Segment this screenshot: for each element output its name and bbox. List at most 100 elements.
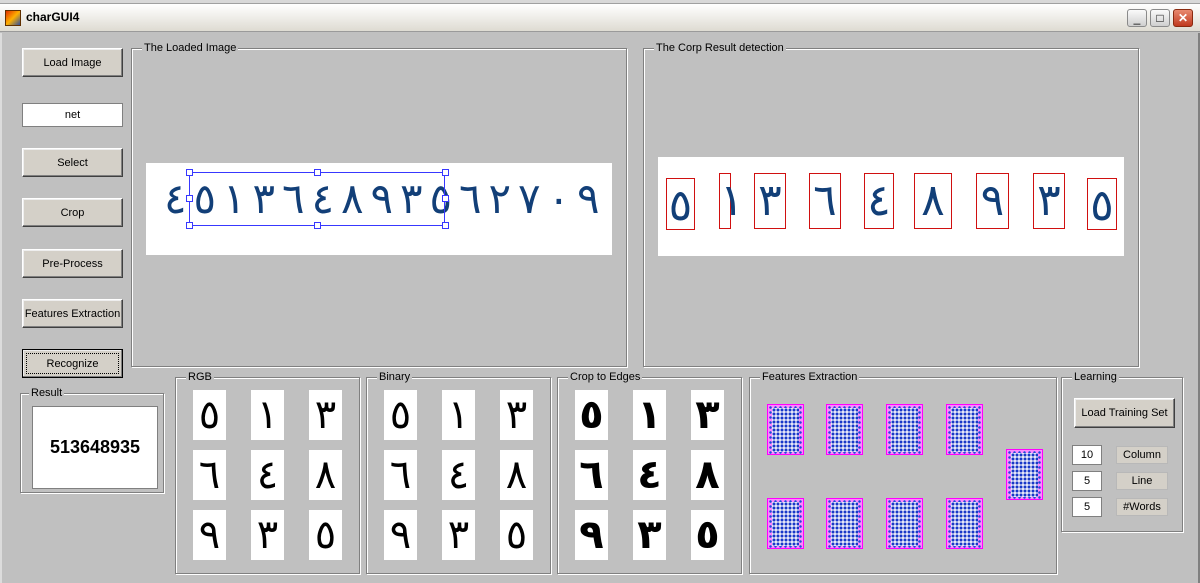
crop-button[interactable]: Crop [22, 198, 123, 227]
detection-box: ٥ [666, 178, 695, 231]
detection-box: ٤ [864, 173, 894, 229]
cropped-digit: ٥ [668, 180, 693, 231]
detection-box: ٥ [1087, 178, 1117, 231]
binary-digit-thumb: ٥ [384, 390, 417, 440]
matlab-icon [5, 10, 21, 26]
close-button[interactable]: ✕ [1173, 9, 1193, 27]
minimize-button[interactable]: _ [1127, 9, 1147, 27]
maximize-button[interactable]: □ [1150, 9, 1170, 27]
result-value: 513648935 [32, 406, 158, 489]
binary-digit-thumb: ٥ [500, 510, 533, 560]
selection-rectangle[interactable] [189, 172, 445, 226]
edges-digit-thumb: ١ [633, 390, 666, 440]
result-panel: Result 513648935 [20, 386, 164, 493]
words-field[interactable]: 5 [1072, 497, 1102, 517]
edges-digit-thumb: ٦ [575, 450, 608, 500]
window-title: charGUI4 [26, 10, 80, 24]
net-field[interactable]: net [22, 103, 123, 127]
cropped-digit: ٩ [980, 175, 1005, 226]
features-extraction-button[interactable]: Features Extraction [22, 299, 123, 328]
binary-digit-thumb: ٤ [442, 450, 475, 500]
detection-box: ٨ [914, 173, 952, 229]
loaded-digit: ٢ [488, 174, 512, 223]
load-image-button[interactable]: Load Image [22, 48, 123, 77]
crop-result-panel: The Corp Result detection ٥١٣٦٤٨٩٣٥ [643, 41, 1139, 367]
selection-handle[interactable] [314, 222, 321, 229]
load-training-set-button[interactable]: Load Training Set [1074, 398, 1175, 428]
loaded-digit: ٧ [518, 174, 541, 223]
line-field[interactable]: 5 [1072, 471, 1102, 491]
loaded-image[interactable]: ٤٥١٣٦٤٨٩٣٥٦٢٧٠٩ [146, 163, 612, 255]
binary-digit-thumb: ٨ [500, 450, 533, 500]
edges-digit-thumb: ٣ [633, 510, 666, 560]
loaded-digit: ٩ [577, 174, 600, 223]
cropped-digit: ١ [720, 175, 744, 226]
binary-digit-thumb: ١ [442, 390, 475, 440]
cropped-digit: ٣ [758, 175, 782, 226]
select-button[interactable]: Select [22, 148, 123, 177]
detection-box: ٣ [1033, 173, 1065, 229]
crop-edges-panel-title: Crop to Edges [568, 370, 643, 384]
selection-handle[interactable] [314, 169, 321, 176]
rgb-digit-thumb: ٥ [193, 390, 226, 440]
line-label: Line [1116, 472, 1168, 490]
preprocess-button[interactable]: Pre-Process [22, 249, 123, 278]
rgb-digit-thumb: ١ [251, 390, 284, 440]
feature-map [1006, 449, 1043, 500]
cropped-digit: ٨ [921, 175, 945, 226]
edges-digit-thumb: ٤ [633, 450, 666, 500]
selection-handle[interactable] [186, 222, 193, 229]
feature-map [767, 498, 804, 549]
selection-handle[interactable] [186, 169, 193, 176]
rgb-digit-thumb: ٦ [193, 450, 226, 500]
selection-handle[interactable] [186, 195, 193, 202]
words-label: #Words [1116, 498, 1168, 516]
selection-handle[interactable] [442, 169, 449, 176]
rgb-digit-thumb: ٤ [251, 450, 284, 500]
learning-panel-title: Learning [1072, 370, 1119, 384]
rgb-digit-thumb: ٩ [193, 510, 226, 560]
title-bar[interactable]: charGUI4 _ □ ✕ [0, 4, 1200, 32]
detection-box: ٩ [976, 173, 1009, 229]
rgb-digit-thumb: ٣ [309, 390, 342, 440]
binary-digit-thumb: ٣ [442, 510, 475, 560]
rgb-digit-thumb: ٨ [309, 450, 342, 500]
detection-box: ١ [719, 173, 744, 229]
binary-panel: Binary ٥١٣٦٤٨٩٣٥ [366, 370, 551, 574]
cropped-digit: ٣ [1037, 175, 1061, 226]
features-panel: Features Extraction [749, 370, 1057, 574]
edges-digit-thumb: ٣ [691, 390, 724, 440]
loaded-image-panel: The Loaded Image ٤٥١٣٦٤٨٩٣٥٦٢٧٠٩ [131, 41, 627, 367]
crop-edges-panel: Crop to Edges ٥١٣٦٤٨٩٣٥ [557, 370, 742, 574]
feature-map [946, 404, 983, 455]
edges-digit-thumb: ٨ [691, 450, 724, 500]
rgb-digit-thumb: ٥ [309, 510, 342, 560]
cropped-digit: ٤ [867, 175, 891, 226]
binary-panel-title: Binary [377, 370, 413, 384]
loaded-digit: ٦ [459, 174, 482, 223]
edges-digit-thumb: ٩ [575, 510, 608, 560]
detection-box: ٣ [754, 173, 786, 229]
detection-box: ٦ [809, 173, 841, 229]
column-field[interactable]: 10 [1072, 445, 1102, 465]
rgb-panel: RGB ٥١٣٦٤٨٩٣٥ [175, 370, 360, 574]
crop-result-image: ٥١٣٦٤٨٩٣٥ [658, 157, 1124, 256]
crop-result-panel-title: The Corp Result detection [654, 41, 786, 55]
loaded-digit: ٤ [164, 174, 187, 223]
feature-map [886, 404, 923, 455]
feature-map [826, 498, 863, 549]
rgb-panel-title: RGB [186, 370, 214, 384]
edges-digit-thumb: ٥ [691, 510, 724, 560]
cropped-digit: ٦ [813, 175, 837, 226]
features-panel-title: Features Extraction [760, 370, 860, 384]
recognize-button[interactable]: Recognize [22, 349, 123, 378]
feature-map [946, 498, 983, 549]
edges-digit-thumb: ٥ [575, 390, 608, 440]
feature-map [826, 404, 863, 455]
loaded-digit: ٠ [547, 174, 571, 223]
selection-handle[interactable] [442, 222, 449, 229]
figure-client-area: Load Image net Select Crop Pre-Process F… [0, 33, 1200, 583]
rgb-digit-thumb: ٣ [251, 510, 284, 560]
selection-handle[interactable] [442, 195, 449, 202]
feature-map [886, 498, 923, 549]
